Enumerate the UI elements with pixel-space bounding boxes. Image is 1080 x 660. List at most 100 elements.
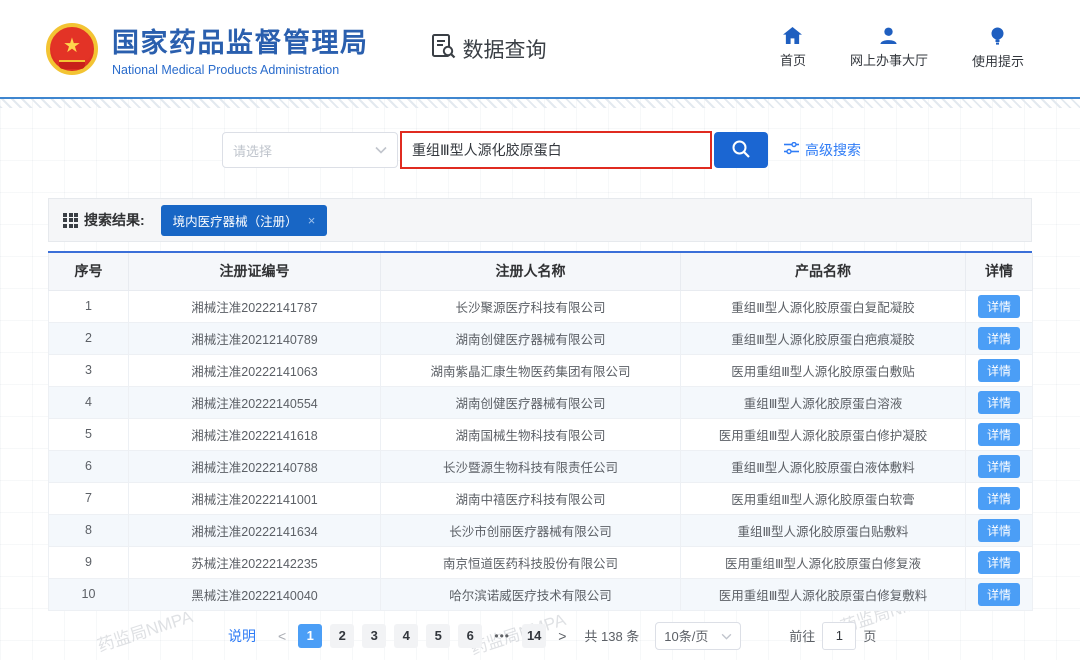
page-button-3[interactable]: 3 [362,624,386,648]
table-row: 7 湘械注准20222141001 湖南中禧医疗科技有限公司 医用重组Ⅲ型人源化… [49,482,1033,514]
nav-usage-tips[interactable]: 使用提示 [972,27,1024,70]
cell-detail: 详情 [966,386,1033,418]
detail-button[interactable]: 详情 [978,551,1020,574]
cell-no: 4 [49,386,129,418]
filter-tag-domestic-device[interactable]: 境内医疗器械（注册） × [161,205,328,236]
cell-detail: 详情 [966,290,1033,322]
goto-page-input[interactable] [822,622,856,650]
cell-company: 南京恒道医药科技股份有限公司 [381,546,681,578]
page-size-value: 10条/页 [664,626,708,645]
home-icon [783,27,802,45]
table-row: 6 湘械注准20222140788 长沙暨源生物科技有限责任公司 重组Ⅲ型人源化… [49,450,1033,482]
data-query-label: 数据查询 [463,34,547,64]
advanced-search-label: 高级搜索 [805,140,861,160]
cell-detail: 详情 [966,514,1033,546]
cell-cert-number: 湘械注准20222140554 [129,386,381,418]
goto-suffix-label: 页 [863,626,876,645]
page-button-5[interactable]: 5 [426,624,450,648]
cell-cert-number: 黑械注准20222140040 [129,578,381,610]
cell-no: 2 [49,322,129,354]
table-row: 8 湘械注准20222141634 长沙市创丽医疗器械有限公司 重组Ⅲ型人源化胶… [49,514,1033,546]
page-size-select[interactable]: 10条/页 [655,622,741,650]
detail-button[interactable]: 详情 [978,391,1020,414]
cell-detail: 详情 [966,322,1033,354]
table-body: 1 湘械注准20222141787 长沙聚源医疗科技有限公司 重组Ⅲ型人源化胶原… [49,290,1033,610]
cell-no: 9 [49,546,129,578]
note-link[interactable]: 说明 [228,626,256,646]
category-select[interactable]: 请选择 [222,132,398,168]
cell-company: 哈尔滨诺威医疗技术有限公司 [381,578,681,610]
cell-company: 长沙暨源生物科技有限责任公司 [381,450,681,482]
cell-detail: 详情 [966,354,1033,386]
advanced-search-link[interactable]: 高级搜索 [784,140,861,160]
nav-home[interactable]: 首页 [780,27,806,70]
detail-button[interactable]: 详情 [978,519,1020,542]
page-button-4[interactable]: 4 [394,624,418,648]
cell-no: 10 [49,578,129,610]
page-button-2[interactable]: 2 [330,624,354,648]
cell-no: 3 [49,354,129,386]
detail-button[interactable]: 详情 [978,327,1020,350]
detail-button[interactable]: 详情 [978,359,1020,382]
cell-no: 7 [49,482,129,514]
cell-product: 医用重组Ⅲ型人源化胶原蛋白修复液 [681,546,966,578]
cell-cert-number: 湘械注准20222141787 [129,290,381,322]
nmpa-logo: ★ 国家药品监督管理局 National Medical Products Ad… [46,21,369,77]
table-header-row: 序号 注册证编号 注册人名称 产品名称 详情 [49,253,1033,290]
col-header-no: 序号 [49,253,129,290]
cell-cert-number: 湘械注准20222140788 [129,450,381,482]
cell-company: 湖南创健医疗器械有限公司 [381,386,681,418]
filter-tag-label: 境内医疗器械（注册） [173,211,298,230]
table-row: 2 湘械注准20212140789 湖南创健医疗器械有限公司 重组Ⅲ型人源化胶原… [49,322,1033,354]
close-icon[interactable]: × [308,213,316,228]
detail-button[interactable]: 详情 [978,423,1020,446]
user-icon [879,27,898,45]
search-button[interactable] [714,132,768,168]
detail-button[interactable]: 详情 [978,583,1020,606]
cell-product: 医用重组Ⅲ型人源化胶原蛋白软膏 [681,482,966,514]
col-header-product: 产品名称 [681,253,966,290]
emblem-star-icon: ★ [63,36,81,56]
org-title-en: National Medical Products Administration [112,63,369,77]
detail-button[interactable]: 详情 [978,487,1020,510]
cell-detail: 详情 [966,418,1033,450]
cell-company: 湖南国械生物科技有限公司 [381,418,681,450]
search-input[interactable] [402,142,710,158]
cell-company: 湖南中禧医疗科技有限公司 [381,482,681,514]
cell-company: 湖南紫晶汇康生物医药集团有限公司 [381,354,681,386]
cell-detail: 详情 [966,578,1033,610]
detail-button[interactable]: 详情 [978,455,1020,478]
results-table: 序号 注册证编号 注册人名称 产品名称 详情 1 湘械注准20222141787… [48,251,1032,611]
page-buttons: 123456 ••• 14 [298,624,546,648]
page-button-14[interactable]: 14 [522,624,546,648]
table-row: 5 湘械注准20222141618 湖南国械生物科技有限公司 医用重组Ⅲ型人源化… [49,418,1033,450]
table-row: 3 湘械注准20222141063 湖南紫晶汇康生物医药集团有限公司 医用重组Ⅲ… [49,354,1033,386]
page-button-6[interactable]: 6 [458,624,482,648]
cell-cert-number: 湘械注准20222141063 [129,354,381,386]
search-bar: 请选择 高级搜索 [222,131,1080,169]
org-title-cn: 国家药品监督管理局 [112,21,369,60]
page-button-1[interactable]: 1 [298,624,322,648]
grid-icon [63,213,78,228]
cell-cert-number: 湘械注准20212140789 [129,322,381,354]
col-header-detail: 详情 [966,253,1033,290]
detail-button[interactable]: 详情 [978,295,1020,318]
nav-online-hall-label: 网上办事大厅 [850,50,928,69]
pagination-ellipsis: ••• [490,629,514,643]
cell-product: 医用重组Ⅲ型人源化胶原蛋白敷贴 [681,354,966,386]
cell-no: 6 [49,450,129,482]
goto-page: 前往 页 [789,622,876,650]
site-header: ★ 国家药品监督管理局 National Medical Products Ad… [0,0,1080,97]
cell-company: 长沙聚源医疗科技有限公司 [381,290,681,322]
bulb-icon [990,27,1005,46]
next-page-icon[interactable]: > [554,628,570,644]
cell-cert-number: 湘械注准20222141618 [129,418,381,450]
nav-usage-tips-label: 使用提示 [972,51,1024,70]
nav-home-label: 首页 [780,50,806,69]
cell-detail: 详情 [966,482,1033,514]
nav-online-hall[interactable]: 网上办事大厅 [850,27,928,70]
top-nav: 首页 网上办事大厅 使用提示 [780,27,1024,70]
prev-page-icon[interactable]: < [274,628,290,644]
results-label: 搜索结果: [84,210,145,230]
cell-product: 重组Ⅲ型人源化胶原蛋白液体敷料 [681,450,966,482]
